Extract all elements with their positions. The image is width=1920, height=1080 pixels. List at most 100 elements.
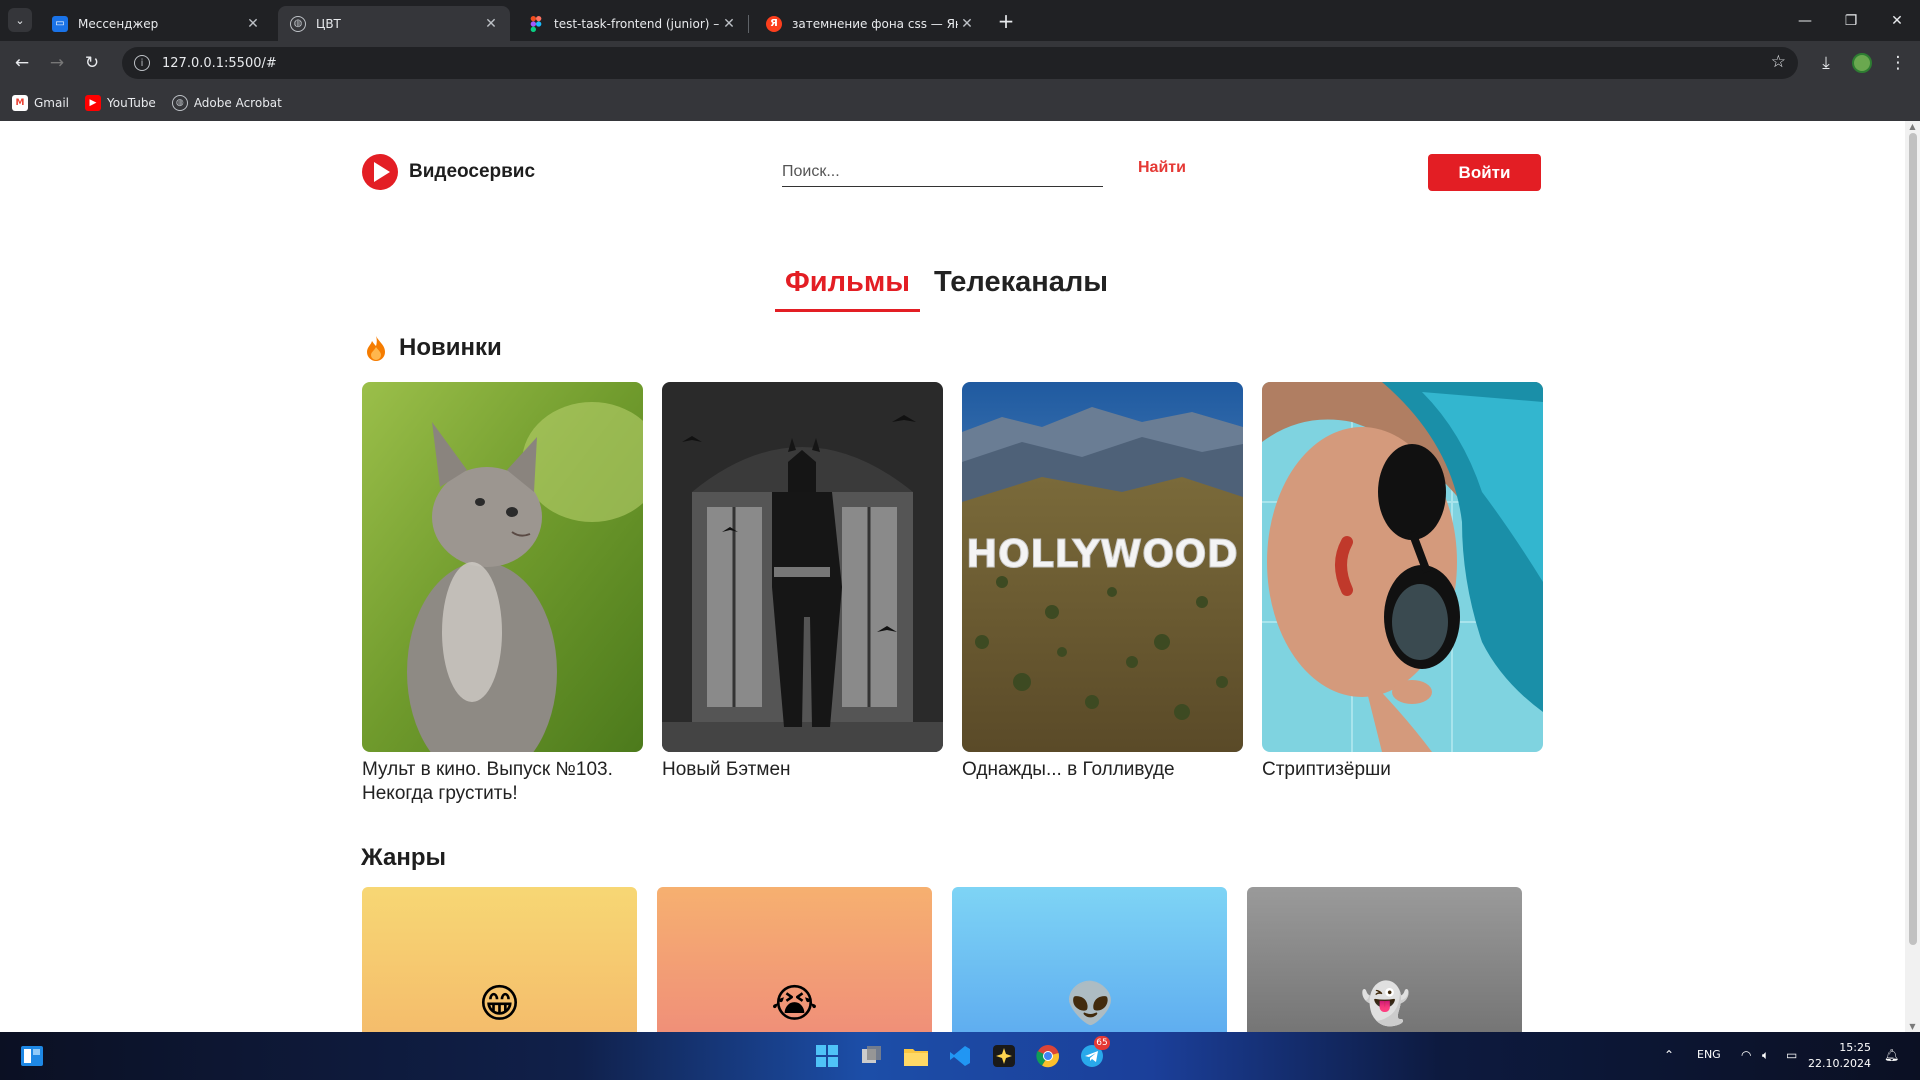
tab-tv-channels[interactable]: Телеканалы bbox=[924, 266, 1118, 309]
bookmark-label: Gmail bbox=[34, 96, 70, 110]
movie-poster[interactable]: HOLLYWOOD bbox=[962, 382, 1243, 752]
play-logo-icon bbox=[361, 153, 399, 191]
site-info-icon[interactable]: i bbox=[134, 55, 150, 71]
tab-messenger[interactable]: ▭ Мессенджер ✕ bbox=[40, 6, 272, 41]
windows-taskbar: 65 ⌃ ENG ◠ 🔈︎ ▭ 15:25 22.10.2024 🔔︎ bbox=[0, 1032, 1920, 1080]
widgets-icon[interactable] bbox=[18, 1042, 46, 1070]
globe-icon: ◍ bbox=[171, 95, 188, 111]
close-window-button[interactable]: ✕ bbox=[1874, 0, 1920, 41]
login-button[interactable]: Войти bbox=[1428, 154, 1541, 191]
forward-button[interactable]: → bbox=[43, 49, 71, 77]
download-icon[interactable]: ⤓ bbox=[1812, 49, 1840, 77]
sparkle-app-icon[interactable] bbox=[990, 1042, 1018, 1070]
search-input[interactable] bbox=[782, 157, 1103, 186]
tab-separator bbox=[748, 15, 749, 33]
browser-menu-icon[interactable]: ⋮ bbox=[1884, 49, 1912, 77]
scroll-up-icon[interactable]: ▲ bbox=[1908, 122, 1917, 131]
genre-card-ghost[interactable]: 👻 bbox=[1247, 887, 1522, 1032]
battery-icon[interactable]: ▭ bbox=[1786, 1048, 1797, 1062]
volume-icon[interactable]: 🔈︎ bbox=[1762, 1048, 1769, 1063]
close-tab-icon[interactable]: ✕ bbox=[482, 16, 500, 32]
find-button[interactable]: Найти bbox=[1138, 159, 1186, 177]
site-header: Видеосервис Найти Войти bbox=[0, 121, 1905, 211]
chrome-icon[interactable] bbox=[1034, 1042, 1062, 1070]
task-view-icon[interactable] bbox=[858, 1042, 886, 1070]
scroll-down-icon[interactable]: ▼ bbox=[1908, 1022, 1917, 1031]
tab-search-menu-button[interactable]: ⌄ bbox=[8, 8, 32, 32]
close-tab-icon[interactable]: ✕ bbox=[244, 16, 262, 32]
scrollbar-thumb[interactable] bbox=[1909, 133, 1917, 945]
movie-card[interactable]: Мульт в кино. Выпуск №103. Некогда груст… bbox=[362, 382, 643, 806]
genres-heading: Жанры bbox=[361, 844, 446, 871]
site-logo[interactable]: Видеосервис bbox=[361, 153, 535, 191]
tab-yandex[interactable]: Я затемнение фона css — Яндек ✕ bbox=[754, 6, 986, 41]
restore-button[interactable]: ❐ bbox=[1828, 0, 1874, 41]
movie-poster[interactable] bbox=[1262, 382, 1543, 752]
ghost-emoji-icon: 👻 bbox=[1360, 981, 1411, 1027]
address-bar[interactable]: i 127.0.0.1:5500/# ☆ bbox=[122, 47, 1798, 79]
movie-title[interactable]: Мульт в кино. Выпуск №103. Некогда груст… bbox=[362, 758, 643, 806]
new-releases-heading: Новинки bbox=[365, 334, 502, 362]
tab-cvt[interactable]: ◍ ЦВТ ✕ bbox=[278, 6, 510, 41]
tab-title: ЦВТ bbox=[316, 16, 341, 31]
movie-poster[interactable] bbox=[362, 382, 643, 752]
logo-text: Видеосервис bbox=[409, 161, 536, 182]
browser-toolbar: ← → ↻ i 127.0.0.1:5500/# ☆ ⤓ ⋮ bbox=[0, 41, 1920, 85]
crying-emoji-icon: 😭 bbox=[771, 981, 818, 1027]
notifications-bell-icon[interactable]: 🔔︎ bbox=[1884, 1048, 1899, 1062]
alien-emoji-icon: 👽 bbox=[1065, 981, 1116, 1027]
bookmark-star-icon[interactable]: ☆ bbox=[1771, 52, 1786, 72]
file-explorer-icon[interactable] bbox=[902, 1042, 930, 1070]
movie-card[interactable]: Стриптизёрши bbox=[1262, 382, 1543, 782]
tray-chevron-up-icon[interactable]: ⌃ bbox=[1664, 1048, 1674, 1062]
tab-movies[interactable]: Фильмы bbox=[775, 266, 921, 312]
profile-avatar[interactable] bbox=[1848, 49, 1876, 77]
bookmark-gmail[interactable]: M Gmail bbox=[12, 95, 69, 111]
movie-title[interactable]: Новый Бэтмен bbox=[662, 758, 943, 782]
close-tab-icon[interactable]: ✕ bbox=[958, 16, 976, 32]
tab-title: Мессенджер bbox=[78, 16, 159, 31]
yandex-icon: Я bbox=[766, 15, 782, 32]
youtube-icon: ▶ bbox=[85, 95, 102, 111]
new-tab-button[interactable]: + bbox=[992, 9, 1020, 33]
start-icon[interactable] bbox=[813, 1042, 841, 1070]
movie-poster[interactable] bbox=[662, 382, 943, 752]
minimize-button[interactable]: — bbox=[1782, 0, 1828, 41]
tab-strip: ⌄ ▭ Мессенджер ✕ ◍ ЦВТ ✕ test-task-front… bbox=[0, 0, 1920, 41]
wifi-icon[interactable]: ◠ bbox=[1741, 1048, 1751, 1062]
bookmark-label: Adobe Acrobat bbox=[193, 96, 282, 110]
genre-card-cry[interactable]: 😭 bbox=[657, 887, 932, 1032]
movie-title[interactable]: Стриптизёрши bbox=[1262, 758, 1543, 782]
figma-icon bbox=[528, 15, 544, 32]
telegram-icon[interactable]: 65 bbox=[1078, 1036, 1110, 1070]
tab-figma[interactable]: test-task-frontend (junior) – Fig ✕ bbox=[516, 6, 748, 41]
content-tabs: Фильмы Телеканалы bbox=[0, 266, 1905, 316]
bookmark-youtube[interactable]: ▶ YouTube bbox=[85, 95, 156, 111]
bookmarks-bar: M Gmail ▶ YouTube ◍ Adobe Acrobat bbox=[0, 85, 1920, 121]
movie-card[interactable]: Новый Бэтмен bbox=[662, 382, 943, 782]
back-button[interactable]: ← bbox=[8, 49, 36, 77]
movie-title[interactable]: Однажды... в Голливуде bbox=[962, 758, 1243, 782]
genre-card-alien[interactable]: 👽 bbox=[952, 887, 1227, 1032]
bookmark-acrobat[interactable]: ◍ Adobe Acrobat bbox=[171, 95, 282, 111]
close-tab-icon[interactable]: ✕ bbox=[720, 16, 738, 32]
reload-button[interactable]: ↻ bbox=[78, 49, 106, 77]
genre-card-grin[interactable]: 😁 bbox=[362, 887, 637, 1032]
language-indicator[interactable]: ENG bbox=[1697, 1048, 1721, 1061]
clock-date: 22.10.2024 bbox=[1808, 1057, 1871, 1070]
url-text: 127.0.0.1:5500/# bbox=[162, 55, 277, 71]
tab-title: затемнение фона css — Яндек bbox=[792, 16, 958, 31]
section-title: Новинки bbox=[399, 334, 502, 361]
bookmark-label: YouTube bbox=[107, 96, 156, 110]
clock-time: 15:25 bbox=[1839, 1041, 1871, 1054]
notification-badge: 65 bbox=[1094, 1036, 1110, 1050]
vscode-icon[interactable] bbox=[946, 1042, 974, 1070]
search-field bbox=[782, 157, 1103, 187]
globe-icon: ◍ bbox=[290, 15, 306, 32]
system-clock[interactable]: 15:25 22.10.2024 bbox=[1808, 1040, 1871, 1072]
page-scrollbar[interactable]: ▲ ▼ bbox=[1905, 121, 1920, 1032]
gmail-icon: M bbox=[12, 95, 28, 111]
page-viewport: Видеосервис Найти Войти Фильмы Телеканал… bbox=[0, 121, 1905, 1032]
hollywood-sign: HOLLYWOOD bbox=[966, 532, 1238, 576]
movie-card[interactable]: HOLLYWOOD Однажды... в Голливуде bbox=[962, 382, 1243, 782]
